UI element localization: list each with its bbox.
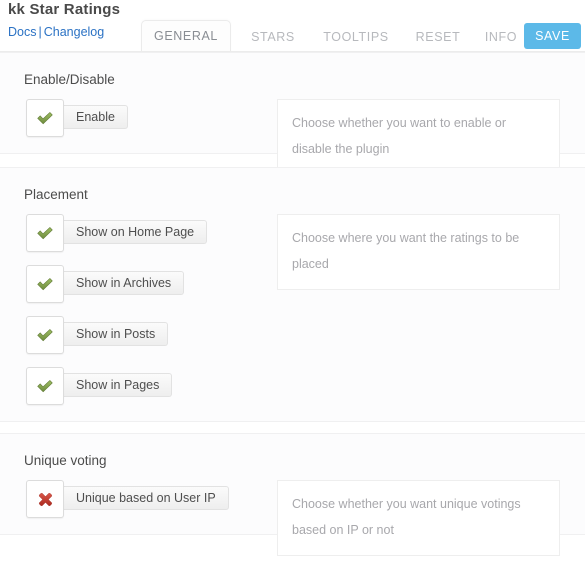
- toggle-state-box[interactable]: [26, 316, 64, 354]
- tab-tooltips[interactable]: TOOLTIPS: [311, 22, 401, 52]
- description-enable-disable: Choose whether you want to enable or dis…: [277, 99, 560, 175]
- tab-stars[interactable]: STARS: [239, 22, 307, 52]
- option-row: Show in Posts: [0, 316, 585, 354]
- toggle-show-in-posts[interactable]: Show in Posts: [26, 316, 169, 354]
- toggle-label: Show in Archives: [60, 271, 185, 295]
- toggle-label: Unique based on User IP: [60, 486, 229, 510]
- toggle-state-box[interactable]: [26, 99, 64, 137]
- tab-reset[interactable]: RESET: [404, 22, 472, 52]
- description-unique-voting: Choose whether you want unique votings b…: [277, 480, 560, 556]
- section-title-placement: Placement: [24, 187, 88, 202]
- cross-icon: [38, 492, 52, 506]
- option-rows-placement: Show on Home Page Choose where you want …: [0, 214, 585, 405]
- toggle-show-in-archives[interactable]: Show in Archives: [26, 265, 185, 303]
- toggle-label: Enable: [60, 105, 128, 129]
- section-unique-voting: Unique voting Unique based on User IP Ch…: [0, 433, 585, 556]
- tab-list: GENERAL STARS TOOLTIPS RESET INFO SAVE: [136, 0, 585, 52]
- settings-content: Enable/Disable Enable Choose whether you…: [0, 52, 585, 556]
- page-title: kk Star Ratings: [8, 1, 121, 18]
- toggle-state-box[interactable]: [26, 367, 64, 405]
- tab-info[interactable]: INFO: [474, 22, 528, 52]
- check-icon: [37, 278, 53, 291]
- toggle-state-box[interactable]: [26, 265, 64, 303]
- toggle-show-in-pages[interactable]: Show in Pages: [26, 367, 173, 405]
- option-row: Enable Choose whether you want to enable…: [0, 99, 585, 175]
- option-row: Show on Home Page Choose where you want …: [0, 214, 585, 290]
- changelog-link[interactable]: Changelog: [44, 25, 104, 39]
- section-enable-disable: Enable/Disable Enable Choose whether you…: [0, 52, 585, 175]
- option-row: Show in Archives: [0, 265, 585, 303]
- option-row: Unique based on User IP Choose whether y…: [0, 480, 585, 556]
- tab-general[interactable]: GENERAL: [141, 20, 231, 52]
- option-rows-enable-disable: Enable Choose whether you want to enable…: [0, 99, 585, 175]
- toggle-label: Show in Pages: [60, 373, 173, 397]
- section-title-enable-disable: Enable/Disable: [24, 72, 115, 87]
- toggle-label: Show in Posts: [60, 322, 169, 346]
- section-placement: Placement Show on Home Page Choose where…: [0, 167, 585, 422]
- check-icon: [37, 112, 53, 125]
- tab-bar: GENERAL STARS TOOLTIPS RESET INFO SAVE: [136, 0, 585, 52]
- toggle-unique-based-on-user-ip[interactable]: Unique based on User IP: [26, 480, 229, 518]
- section-title-unique-voting: Unique voting: [24, 453, 107, 468]
- toggle-state-box[interactable]: [26, 480, 64, 518]
- docs-link[interactable]: Docs: [8, 25, 36, 39]
- plugin-header: kk Star Ratings Docs | Changelog GENERAL S…: [0, 0, 585, 52]
- option-row: Show in Pages: [0, 367, 585, 405]
- brand-block: kk Star Ratings Docs | Changelog: [8, 1, 120, 41]
- check-icon: [37, 329, 53, 342]
- check-icon: [37, 380, 53, 393]
- header-links: Docs | Changelog: [8, 23, 120, 41]
- save-button[interactable]: SAVE: [524, 23, 581, 49]
- check-icon: [37, 227, 53, 240]
- option-rows-unique-voting: Unique based on User IP Choose whether y…: [0, 480, 585, 556]
- toggle-state-box[interactable]: [26, 214, 64, 252]
- toggle-enable[interactable]: Enable: [26, 99, 128, 137]
- links-separator: |: [38, 25, 42, 39]
- toggle-show-on-home-page[interactable]: Show on Home Page: [26, 214, 208, 252]
- toggle-label: Show on Home Page: [60, 220, 208, 244]
